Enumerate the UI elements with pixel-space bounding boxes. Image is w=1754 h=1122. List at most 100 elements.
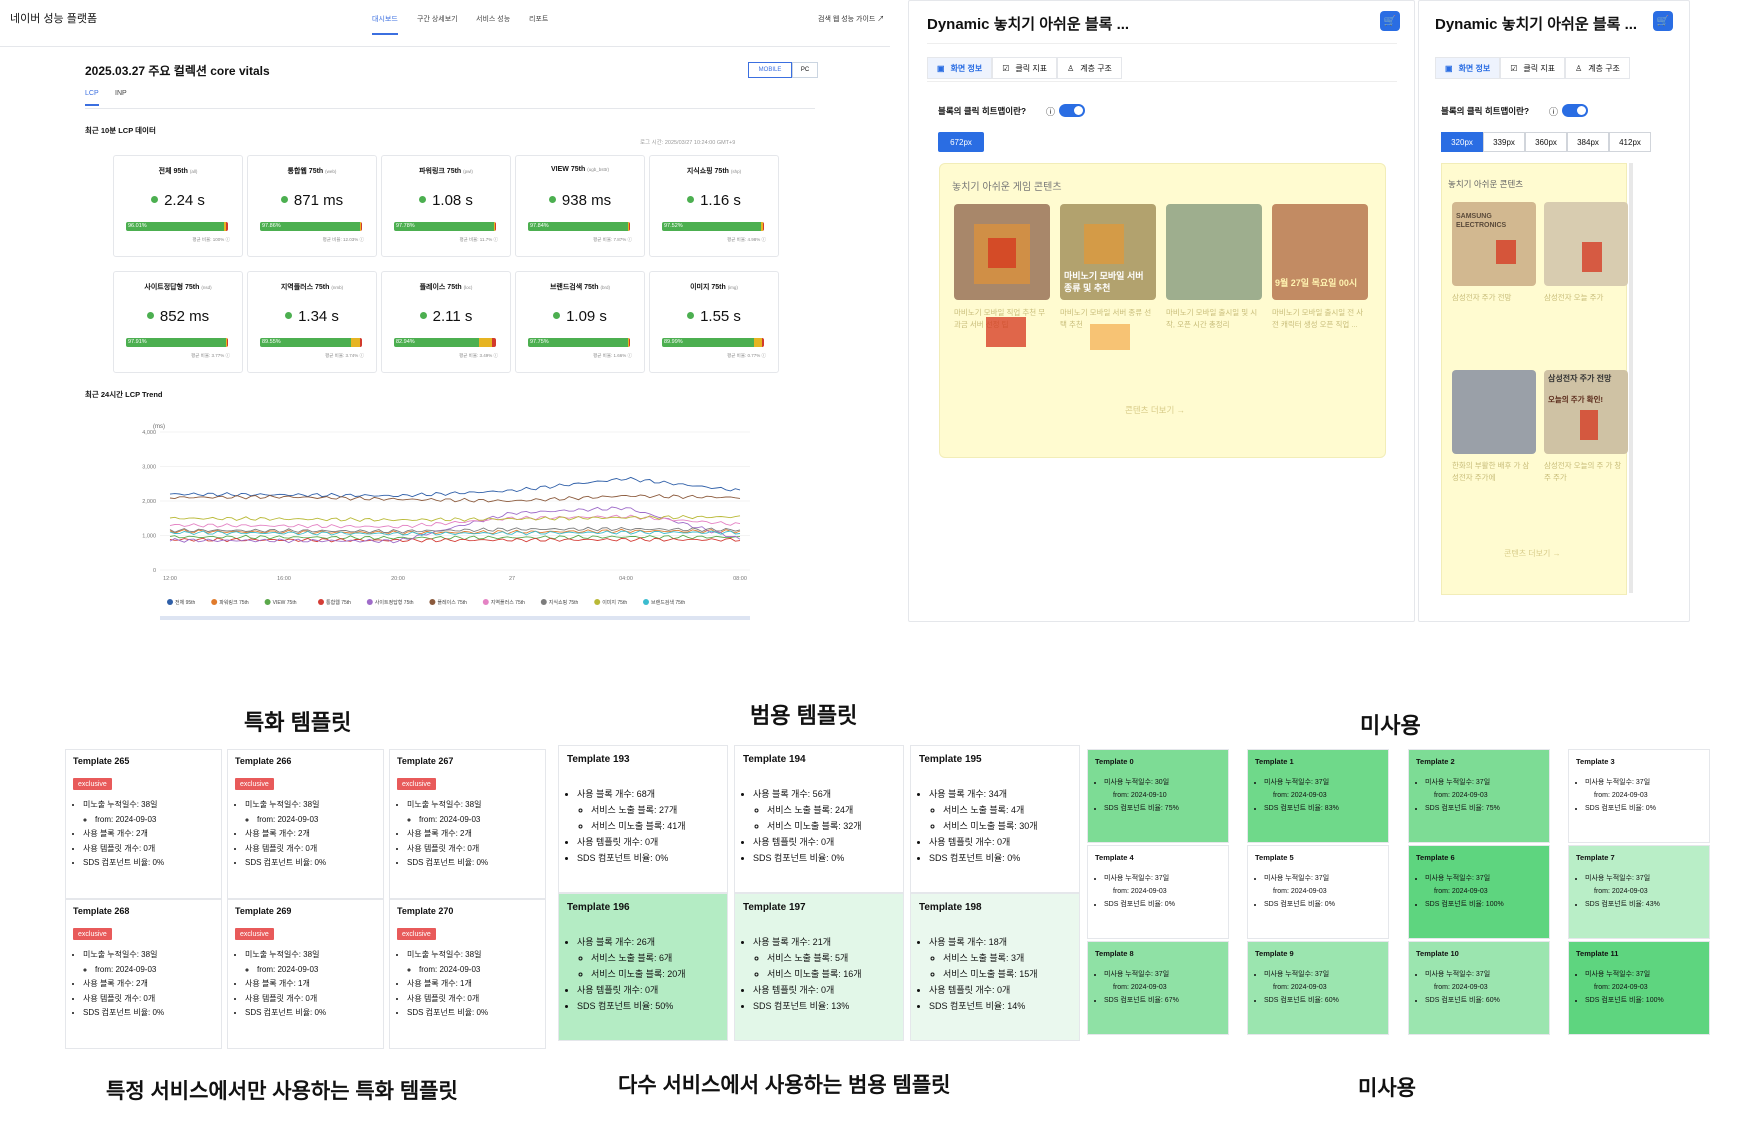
legend-marker[interactable] [594,599,601,605]
specialized-template-card[interactable]: Template 269 exclusive 미노출 누적일수: 38일from: … [227,899,384,1049]
legend-label[interactable]: 플레이스 75th [437,599,467,606]
unused-template-card[interactable]: Template 9 미사용 누적일수: 37일from: 2024-09-03S… [1247,941,1389,1035]
unused-template-card[interactable]: Template 8 미사용 누적일수: 37일from: 2024-09-03S… [1087,941,1229,1035]
legend-marker[interactable] [211,599,218,605]
template-stats: 미사용 누적일수: 37일from: 2024-09-03SDS 컴포넌트 비율… [1255,776,1339,815]
specialized-template-card[interactable]: Template 266 exclusive 미노출 누적일수: 38일from: … [227,749,384,899]
unused-template-card[interactable]: Template 2 미사용 누적일수: 37일from: 2024-09-03S… [1408,749,1550,843]
unused-template-card[interactable]: Template 5 미사용 누적일수: 37일from: 2024-09-03S… [1247,845,1389,939]
content-thumbnail[interactable]: 삼성전자 주가 전망 오늘의 주가 확인! [1544,370,1628,454]
unused-template-card[interactable]: Template 10 미사용 누적일수: 37일from: 2024-09-03… [1408,941,1550,1035]
unused-template-card[interactable]: Template 11 미사용 누적일수: 37일from: 2024-09-03… [1568,941,1710,1035]
legend-label[interactable]: 지식쇼핑 75th [549,599,579,606]
content-item[interactable]: 마비노기 모바일 출시일 전 사전 캐릭터 생성 오픈 직업 ... [1272,307,1368,331]
heatmap-toggle[interactable] [1059,104,1085,117]
legend-label[interactable]: 파워링크 75th [219,599,249,606]
unused-template-card[interactable]: Template 1 미사용 누적일수: 37일from: 2024-09-03S… [1247,749,1389,843]
legend-marker[interactable] [264,599,271,605]
width-384-button[interactable]: 384px [1567,132,1609,152]
legend-marker[interactable] [366,599,373,605]
legend-marker[interactable] [318,599,324,605]
width-360-button[interactable]: 360px [1525,132,1567,152]
more-content-link[interactable]: 콘텐츠 더보기 → [1125,404,1185,416]
legend-marker[interactable] [540,599,547,605]
legend-label[interactable]: 이미지 75th [602,599,627,606]
tab-screen-info[interactable]: ▣ 화면 정보 [1435,57,1501,79]
lcp-metric-card[interactable]: 플레이스 75th (loc) 2.11 s 82.94% 평균 비율: 3.49% … [381,271,511,373]
legend-label[interactable]: 사이트정답형 75th [375,599,414,606]
lcp-metric-card[interactable]: VIEW 75th (ugb_bsttr) 938 ms 97.84% 평균 비율: … [515,155,645,257]
width-320-button[interactable]: 320px [1441,132,1483,152]
generic-template-card[interactable]: Template 194 사용 블록 개수: 56개서비스 노출 블록: 24개서… [734,745,904,893]
generic-template-card[interactable]: Template 196 사용 블록 개수: 26개서비스 노출 블록: 6개서비… [558,893,728,1041]
legend-marker[interactable] [429,599,436,605]
specialized-template-card[interactable]: Template 265 exclusive 미노출 누적일수: 38일from: … [65,749,222,899]
width-672-button[interactable]: 672px [938,132,984,152]
web-performance-guide-link[interactable]: 검색 웹 성능 가이드 ↗ [818,14,884,24]
more-content-link[interactable]: 콘텐츠 더보기 → [1504,548,1561,559]
unused-template-card[interactable]: Template 0 미사용 누적일수: 30일from: 2024-09-10S… [1087,749,1229,843]
legend-marker[interactable] [643,599,649,605]
tab-hierarchy[interactable]: ♙ 계층 구조 [1057,57,1122,79]
info-icon[interactable]: ⓘ [1046,105,1055,118]
content-thumbnail[interactable]: 9월 27일 목요일 00시 [1272,204,1368,300]
lcp-metric-card[interactable]: 지역플러스 75th (nmb) 1.34 s 89.55% 평균 비율: 3.74%… [247,271,377,373]
unused-template-card[interactable]: Template 7 미사용 누적일수: 37일from: 2024-09-03S… [1568,845,1710,939]
cart-button[interactable]: 🛒 [1380,11,1400,31]
specialized-template-card[interactable]: Template 268 exclusive 미노출 누적일수: 38일from: … [65,899,222,1049]
info-icon[interactable]: ⓘ [1549,105,1558,118]
scrollbar[interactable] [1629,163,1633,593]
device-mobile-button[interactable]: MOBILE [748,62,792,78]
lcp-metric-card[interactable]: 통합웹 75th (web) 871 ms 97.86% 평균 비율: 12.03% … [247,155,377,257]
content-thumbnail[interactable] [1452,370,1536,454]
tab-click-metrics[interactable]: ☑ 클릭 지표 [992,57,1058,79]
cart-button[interactable]: 🛒 [1653,11,1673,31]
content-thumbnail[interactable] [1166,204,1262,300]
device-pc-button[interactable]: PC [792,62,818,78]
tab-lcp[interactable]: LCP [85,90,99,106]
legend-label[interactable]: 지역플러스 75th [491,599,525,606]
content-thumbnail[interactable] [954,204,1050,300]
nav-tab-dashboard[interactable]: 대시보드 [372,14,398,35]
legend-label[interactable]: 통합웹 75th [326,599,351,606]
nav-tab-report[interactable]: 리포트 [529,14,548,24]
content-thumbnail[interactable]: SAMSUNG ELECTRONICS [1452,202,1536,286]
unused-template-card[interactable]: Template 3 미사용 누적일수: 37일from: 2024-09-03S… [1568,749,1710,843]
content-item[interactable]: 삼성전자 오늘의 주 가 창주 주가 [1544,460,1628,484]
lcp-metric-card[interactable]: 브랜드검색 75th (brd) 1.09 s 97.75% 평균 비율: 1.66%… [515,271,645,373]
tab-inp[interactable]: INP [115,90,127,97]
width-412-button[interactable]: 412px [1609,132,1651,152]
legend-label[interactable]: 브랜드검색 75th [651,599,685,606]
specialized-template-card[interactable]: Template 267 exclusive 미노출 누적일수: 38일from: … [389,749,546,899]
legend-label[interactable]: VIEW 75th [273,600,297,606]
content-item[interactable]: 삼성전자 오늘 주가 [1544,292,1628,304]
legend-label[interactable]: 전체 95th [175,599,196,606]
nav-tab-section-detail[interactable]: 구간 상세보기 [417,14,458,24]
heatmap-toggle[interactable] [1562,104,1588,117]
legend-marker[interactable] [167,599,173,605]
legend-marker[interactable] [482,599,489,605]
lcp-metric-card[interactable]: 이미지 75th (img) 1.55 s 89.99% 평균 비율: 0.77% ⓘ [649,271,779,373]
lcp-metric-card[interactable]: 지식쇼핑 75th (shp) 1.16 s 97.52% 평균 비율: 4.98% … [649,155,779,257]
specialized-template-card[interactable]: Template 270 exclusive 미노출 누적일수: 38일from: … [389,899,546,1049]
lcp-metric-card[interactable]: 전체 95th (all) 2.24 s 96.01% 평균 비율: 100% ⓘ [113,155,243,257]
tab-click-metrics[interactable]: ☑ 클릭 지표 [1500,57,1566,79]
width-339-button[interactable]: 339px [1483,132,1525,152]
chart-scrollbar[interactable] [160,616,750,620]
content-item[interactable]: 삼성전자 주가 전망 [1452,292,1536,304]
generic-template-card[interactable]: Template 198 사용 블록 개수: 18개서비스 노출 블록: 3개서비… [910,893,1080,1041]
content-thumbnail[interactable]: 마비노기 모바일 서버 종류 및 추천 [1060,204,1156,300]
content-item[interactable]: 마비노기 모바일 출시일 및 시작, 오픈 시간 총정리 [1166,307,1262,331]
content-item[interactable]: 한화의 부활한 배후 가 삼성전자 주가에 [1452,460,1536,484]
unused-template-card[interactable]: Template 4 미사용 누적일수: 37일from: 2024-09-03S… [1087,845,1229,939]
generic-template-card[interactable]: Template 195 사용 블록 개수: 34개서비스 노출 블록: 4개서비… [910,745,1080,893]
content-thumbnail[interactable] [1544,202,1628,286]
nav-tab-service-performance[interactable]: 서비스 성능 [476,14,510,24]
tab-screen-info[interactable]: ▣ 화면 정보 [927,57,993,79]
lcp-metric-card[interactable]: 파워링크 75th (pwl) 1.08 s 97.78% 평균 비율: 11.7% … [381,155,511,257]
generic-template-card[interactable]: Template 193 사용 블록 개수: 68개서비스 노출 블록: 27개서… [558,745,728,893]
generic-template-card[interactable]: Template 197 사용 블록 개수: 21개서비스 노출 블록: 5개서비… [734,893,904,1041]
lcp-metric-card[interactable]: 사이트정답형 75th (nsd) 852 ms 97.91% 평균 비율: 3.77… [113,271,243,373]
unused-template-card[interactable]: Template 6 미사용 누적일수: 37일from: 2024-09-03S… [1408,845,1550,939]
tab-hierarchy[interactable]: ♙ 계층 구조 [1565,57,1630,79]
